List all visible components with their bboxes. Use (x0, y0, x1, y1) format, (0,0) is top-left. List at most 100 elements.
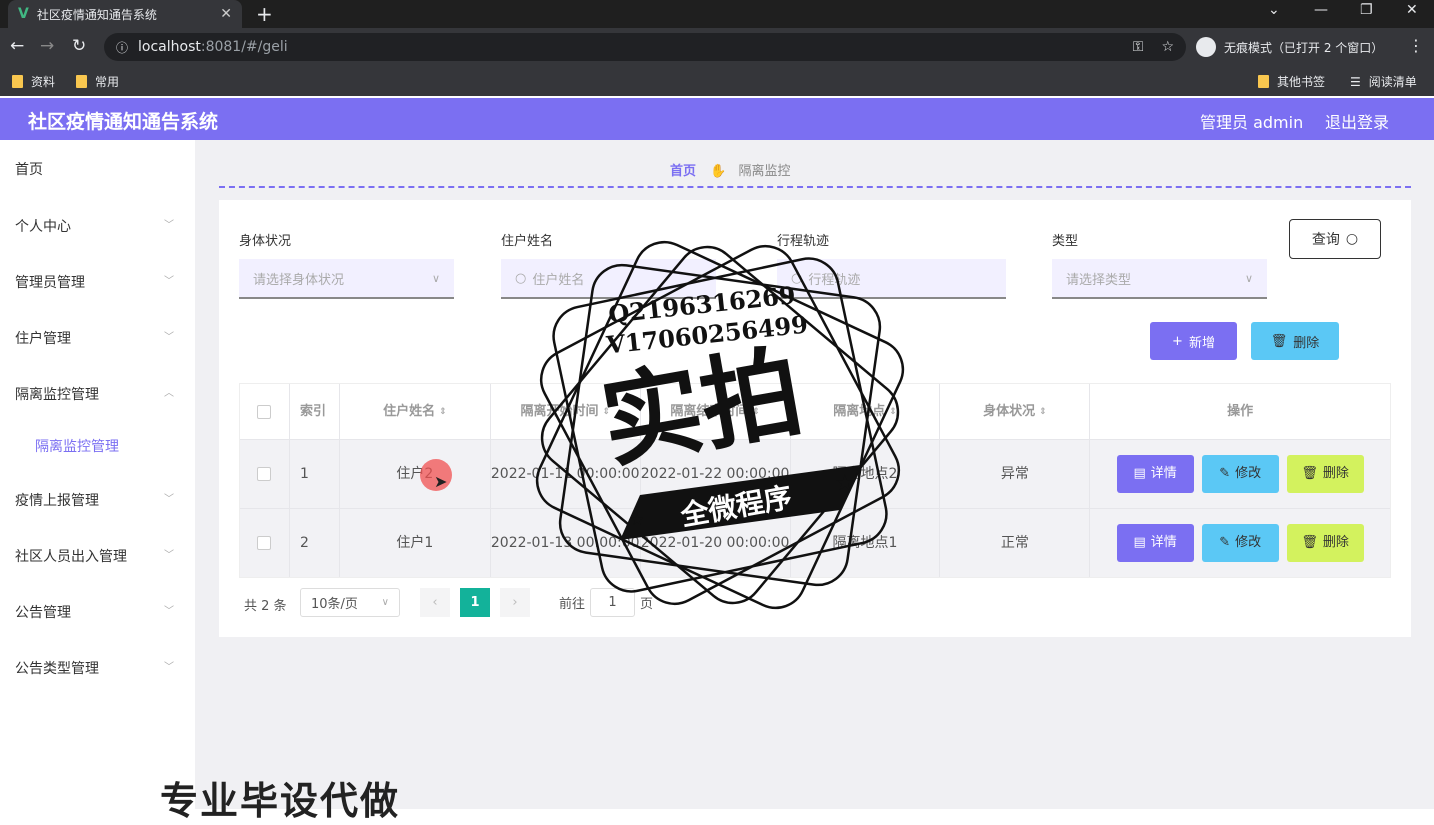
delete-label: 删除 (1293, 335, 1320, 351)
pencil-icon: ✎ (1219, 466, 1231, 481)
folder-icon (1258, 75, 1269, 88)
delete-button[interactable]: 🗑 删除 (1286, 524, 1364, 562)
chevron-down-icon: ∨ (1244, 271, 1253, 285)
edit-button[interactable]: ✎ 修改 (1201, 524, 1279, 562)
query-button[interactable]: 查询 ○ (1289, 219, 1381, 259)
minimize-icon[interactable]: — (1314, 2, 1328, 18)
breadcrumb-current: 隔离监控 (738, 164, 791, 179)
delete-button[interactable]: 🗑 删除 (1286, 455, 1364, 493)
page-size-select[interactable]: 10条/页 ∨ (300, 588, 400, 617)
star-icon[interactable]: ☆ (1161, 39, 1174, 55)
folder-icon (12, 75, 23, 88)
cell-name: 住户1 (340, 509, 491, 577)
row-select-cell (240, 509, 290, 577)
vue-logo-icon: V (18, 6, 29, 22)
chevron-down-icon: ∨ (431, 271, 440, 285)
cell-status: 正常 (940, 509, 1091, 577)
remove-label: 删除 (1322, 535, 1349, 550)
cell-index: 1 (290, 440, 340, 508)
health-status-select[interactable]: 请选择身体状况 ∨ (239, 259, 454, 299)
pagination-total: 共 2 条 (244, 599, 287, 614)
add-label: 新增 (1188, 335, 1215, 351)
key-icon[interactable]: ⚿ (1133, 39, 1144, 55)
column-header-label: 身体状况 (983, 403, 1036, 419)
chevron-up-icon: ︿ (164, 388, 174, 399)
next-page-button[interactable]: › (500, 588, 530, 617)
tab-search-icon[interactable]: ⌄ (1268, 2, 1280, 18)
chevron-down-icon: ﹀ (164, 276, 174, 287)
bulk-delete-button[interactable]: 🗑 删除 (1251, 322, 1339, 360)
other-bookmarks-label: 其他书签 (1277, 75, 1326, 89)
type-select[interactable]: 请选择类型 ∨ (1052, 259, 1267, 299)
chevron-down-icon: ﹀ (164, 332, 174, 343)
breadcrumb-home[interactable]: 首页 (670, 164, 696, 179)
other-bookmarks[interactable]: 其他书签 (1258, 73, 1325, 90)
page-size-label: 10条/页 (311, 597, 358, 612)
sidebar-item-admins[interactable]: 管理员管理 ﹀ (15, 272, 180, 292)
remove-label: 删除 (1322, 466, 1349, 481)
incognito-indicator[interactable]: 无痕模式（已打开 2 个窗口） (1196, 37, 1383, 57)
search-icon: ○ (1345, 231, 1359, 247)
column-header[interactable]: 身体状况 ⇕ (940, 384, 1091, 439)
bookmark-folder[interactable]: 常用 (76, 73, 119, 90)
cell-status: 异常 (940, 440, 1091, 508)
sidebar: 首页 个人中心 ﹀ 管理员管理 ﹀ 住户管理 ﹀ 隔离监控管理 ︿ 隔离监控管理 疫情上… (0, 140, 195, 809)
new-tab-icon[interactable]: + (256, 2, 273, 26)
sidebar-item-home[interactable]: 首页 (15, 159, 180, 179)
sidebar-item-reports[interactable]: 疫情上报管理 ﹀ (15, 490, 180, 510)
sidebar-item-notices[interactable]: 公告管理 ﹀ (15, 602, 180, 622)
sidebar-item-label: 公告管理 (15, 605, 71, 621)
filter-label: 身体状况 (239, 234, 292, 249)
column-header: 索引 (290, 384, 340, 439)
column-header: 操作 (1227, 403, 1254, 419)
plus-icon: + (1172, 333, 1183, 349)
browser-tab[interactable]: V 社区疫情通知通告系统 ✕ (8, 0, 242, 28)
add-button[interactable]: + 新增 (1150, 322, 1237, 360)
bottom-overlay-text: 专业毕设代做 (160, 779, 401, 823)
reading-list[interactable]: ☰ 阅读清单 (1350, 73, 1417, 90)
document-icon: ▤ (1133, 466, 1146, 481)
sidebar-item-label: 个人中心 (15, 219, 71, 235)
column-header[interactable]: 住户姓名 ⇕ (340, 384, 491, 439)
select-all-checkbox[interactable] (257, 404, 272, 419)
admin-label: 管理员 admin (1200, 113, 1304, 132)
prev-page-button[interactable]: ‹ (420, 588, 450, 617)
url-field[interactable]: ⓘ localhost:8081/#/geli ⚿ ☆ (104, 33, 1186, 61)
edit-button[interactable]: ✎ 修改 (1201, 455, 1279, 493)
sidebar-item-label: 社区人员出入管理 (15, 549, 127, 565)
divider (219, 186, 1411, 188)
sort-icon[interactable]: ⇕ (1039, 402, 1047, 422)
menu-icon[interactable]: ⋮ (1408, 36, 1424, 55)
sidebar-item-residents[interactable]: 住户管理 ﹀ (15, 328, 180, 348)
sidebar-item-access[interactable]: 社区人员出入管理 ﹀ (15, 546, 180, 566)
row-checkbox[interactable] (257, 536, 272, 550)
sidebar-subitem-isolation[interactable]: 隔离监控管理 (35, 436, 119, 456)
detail-button[interactable]: ▤ 详情 (1116, 455, 1194, 493)
sort-icon[interactable]: ⇕ (439, 402, 447, 422)
document-icon: ▤ (1133, 535, 1146, 550)
column-header-label: 住户姓名 (383, 403, 436, 419)
url-rest: :8081/#/geli (200, 39, 288, 55)
cell-name: 住户2 (340, 440, 491, 508)
logout-link[interactable]: 退出登录 (1325, 109, 1389, 133)
cell-index: 2 (290, 509, 340, 577)
sidebar-item-label: 公告类型管理 (15, 661, 99, 677)
address-bar: ← → ↻ ⓘ localhost:8081/#/geli ⚿ ☆ 无痕模式（已… (0, 28, 1434, 66)
close-icon[interactable]: ✕ (220, 6, 232, 22)
page-number-button[interactable]: 1 (460, 588, 490, 617)
forward-icon[interactable]: → (40, 36, 54, 56)
sidebar-item-profile[interactable]: 个人中心 ﹀ (15, 216, 180, 236)
info-icon[interactable]: ⓘ (116, 39, 128, 56)
bookmark-folder[interactable]: 资料 (12, 73, 55, 90)
row-checkbox[interactable] (257, 467, 272, 481)
detail-button[interactable]: ▤ 详情 (1116, 524, 1194, 562)
detail-label: 详情 (1150, 535, 1177, 550)
restore-icon[interactable]: ❐ (1360, 2, 1373, 18)
back-icon[interactable]: ← (10, 36, 24, 56)
sidebar-item-notice-types[interactable]: 公告类型管理 ﹀ (15, 658, 180, 678)
cell-actions: ▤ 详情 ✎ 修改 🗑 删除 (1090, 440, 1390, 508)
reload-icon[interactable]: ↻ (72, 36, 86, 56)
sidebar-item-isolation[interactable]: 隔离监控管理 ︿ (15, 384, 180, 404)
window-close-icon[interactable]: ✕ (1406, 2, 1418, 18)
chevron-down-icon: ﹀ (164, 550, 174, 561)
